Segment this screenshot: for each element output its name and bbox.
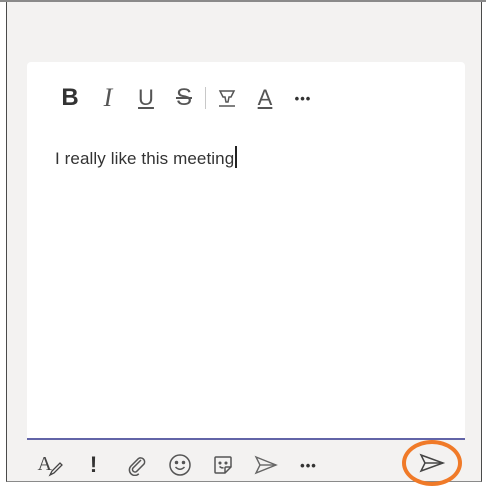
- forward-arrow-icon: [253, 454, 279, 476]
- message-input[interactable]: I really like this meeting: [55, 146, 238, 169]
- italic-icon: I: [103, 83, 113, 112]
- compose-extensions-toolbar: A ! •••: [29, 445, 330, 485]
- highlighter-icon: [216, 87, 238, 109]
- meet-now-button[interactable]: [244, 445, 287, 485]
- underline-icon: U: [138, 85, 154, 110]
- send-button[interactable]: [402, 440, 462, 486]
- exclamation-icon: !: [89, 452, 98, 477]
- format-pen-icon: A: [38, 453, 64, 477]
- italic-button[interactable]: I: [89, 78, 127, 118]
- smiley-icon: [168, 453, 192, 477]
- toolbar-divider: [205, 87, 206, 109]
- sticker-button[interactable]: [201, 445, 244, 485]
- ellipsis-icon: •••: [300, 457, 317, 473]
- more-options-button[interactable]: •••: [287, 445, 330, 485]
- chat-panel: B I U S A ••• I really like this meeting…: [6, 2, 482, 482]
- bold-icon: B: [61, 84, 79, 111]
- strikethrough-icon: S: [175, 84, 192, 111]
- formatting-toolbar: B I U S A •••: [51, 78, 322, 118]
- font-color-icon: A: [257, 85, 273, 110]
- underline-button[interactable]: U: [127, 78, 165, 118]
- ellipsis-icon: •••: [294, 90, 312, 106]
- send-icon: [418, 452, 446, 474]
- paperclip-icon: [126, 454, 148, 476]
- format-button[interactable]: A: [29, 445, 72, 485]
- compose-box[interactable]: B I U S A ••• I really like this meeting: [27, 62, 465, 440]
- more-format-options-button[interactable]: •••: [284, 78, 322, 118]
- font-color-button[interactable]: A: [246, 78, 284, 118]
- sticker-icon: [211, 453, 235, 477]
- message-text: I really like this meeting: [55, 149, 235, 168]
- emoji-button[interactable]: [158, 445, 201, 485]
- text-caret: [235, 146, 238, 168]
- attach-button[interactable]: [115, 445, 158, 485]
- important-button[interactable]: !: [72, 445, 115, 485]
- highlight-button[interactable]: [208, 78, 246, 118]
- strikethrough-button[interactable]: S: [165, 78, 203, 118]
- bold-button[interactable]: B: [51, 78, 89, 118]
